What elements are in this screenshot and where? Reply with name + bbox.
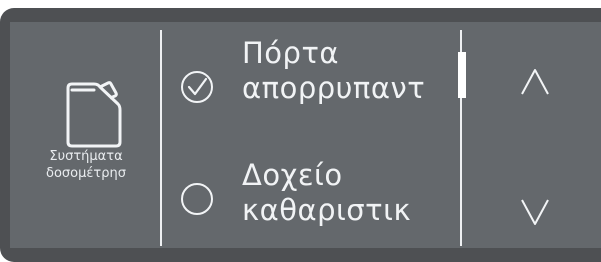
option-label: Πόρτα απορρυπαντ bbox=[242, 36, 462, 106]
chevron-down-icon[interactable] bbox=[520, 198, 550, 226]
dosing-label-line1: Συστήματα bbox=[49, 149, 123, 164]
option-detergent-door[interactable]: Πόρτα απορρυπαντ bbox=[162, 36, 460, 132]
control-panel: Συστήματα δοσομέτρησ Πόρτα απορρυπαντ Δο… bbox=[0, 0, 601, 262]
option-label: Δοχείο καθαριστικ bbox=[242, 158, 462, 228]
display-screen: Συστήματα δοσομέτρησ Πόρτα απορρυπαντ Δο… bbox=[10, 22, 601, 248]
chevron-up-icon[interactable] bbox=[520, 68, 550, 96]
option-label-line1: Πόρτα bbox=[242, 36, 340, 70]
option-label-line1: Δοχείο bbox=[242, 158, 343, 192]
empty-circle-icon bbox=[181, 183, 213, 215]
dosing-systems-label: Συστήματα δοσομέτρησ bbox=[10, 148, 162, 182]
scrollbar-thumb[interactable] bbox=[458, 52, 466, 98]
dosing-systems-panel[interactable]: Συστήματα δοσομέτρησ bbox=[10, 22, 160, 248]
option-cleaner-container[interactable]: Δοχείο καθαριστικ bbox=[162, 158, 460, 254]
checkmark-circle-icon bbox=[181, 71, 213, 103]
option-label-line2: απορρυπαντ bbox=[242, 71, 426, 105]
options-list: Πόρτα απορρυπαντ Δοχείο καθαριστικ bbox=[162, 22, 460, 248]
dosing-label-line2: δοσομέτρησ bbox=[46, 166, 126, 181]
canister-icon bbox=[66, 81, 122, 148]
option-label-line2: καθαριστικ bbox=[242, 193, 412, 227]
navigation-panel bbox=[466, 22, 601, 248]
